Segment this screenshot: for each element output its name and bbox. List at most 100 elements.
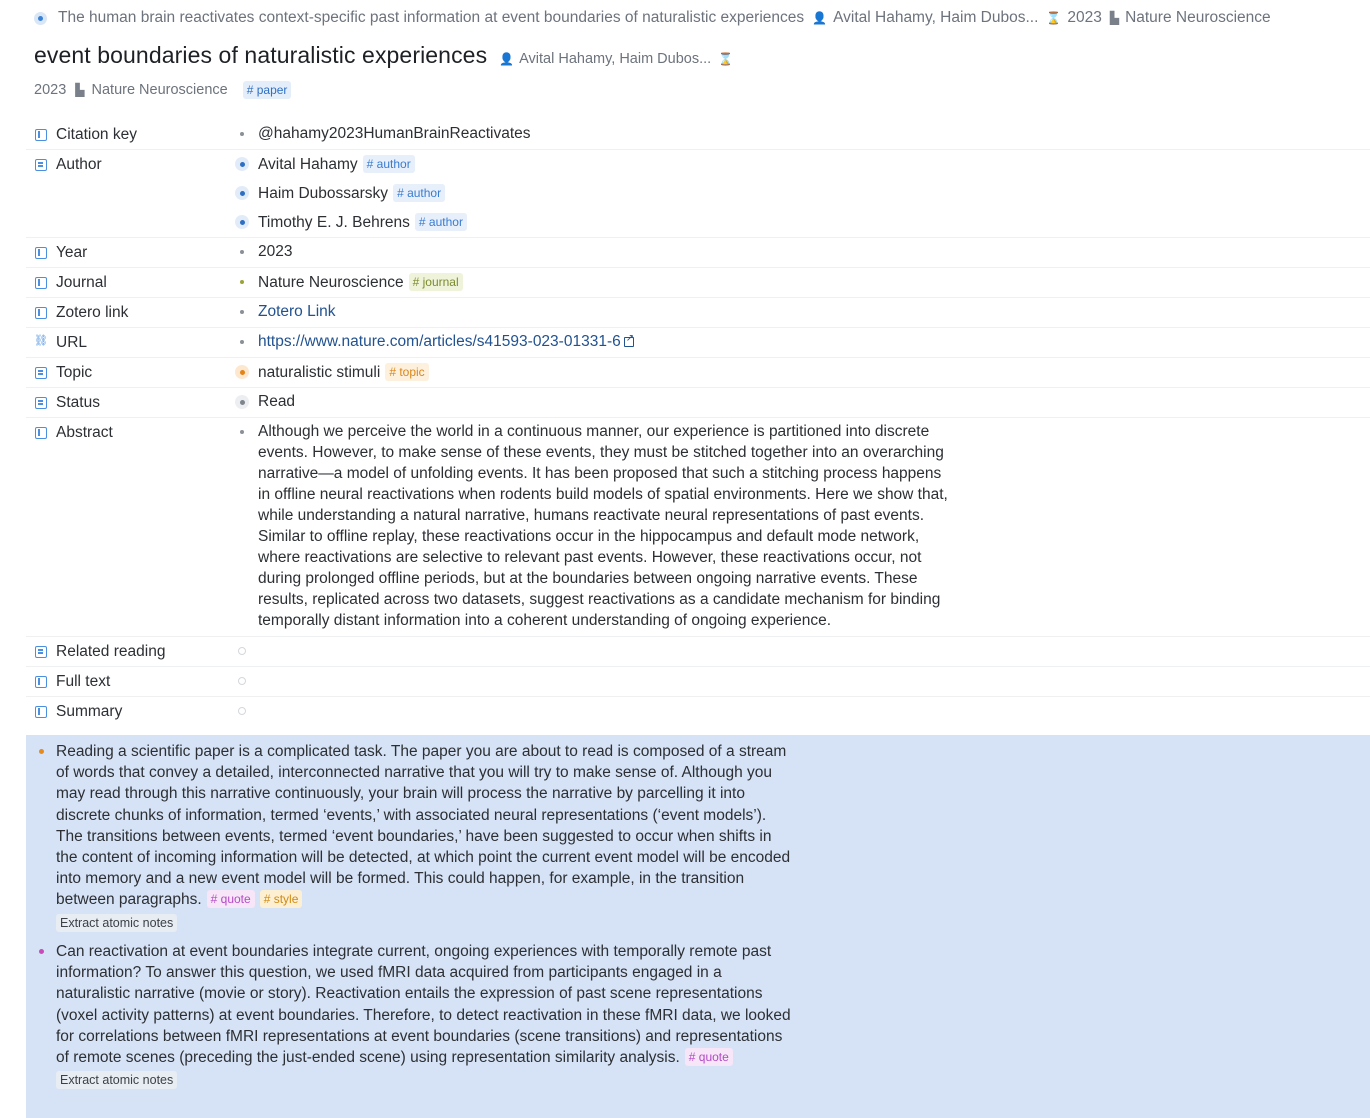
person-icon: 👤 xyxy=(499,52,515,66)
bullet-icon xyxy=(240,132,244,136)
field-label: Journal xyxy=(56,274,107,291)
tag-author[interactable]: # author xyxy=(414,213,467,231)
field-full-text: Full text xyxy=(26,667,1370,697)
citation-key-value[interactable]: @hahamy2023HumanBrainReactivates xyxy=(254,125,531,143)
breadcrumb-title[interactable]: The human brain reactivates context-spec… xyxy=(58,9,804,27)
field-citation-key: Citation key @hahamy2023HumanBrainReacti… xyxy=(26,120,1370,150)
header-year: 2023 xyxy=(34,82,67,98)
tag-author[interactable]: # author xyxy=(393,184,446,202)
field-url: URL https://www.nature.com/articles/s415… xyxy=(26,328,1370,358)
text-field-icon xyxy=(35,427,47,439)
tag-topic[interactable]: # topic xyxy=(385,363,429,381)
text-field-icon xyxy=(35,277,47,289)
status-value[interactable]: Read xyxy=(254,393,295,411)
bullet-icon[interactable] xyxy=(38,949,44,954)
field-year: Year 2023 xyxy=(26,238,1370,268)
header-authors: Avital Hahamy, Haim Dubos... xyxy=(519,51,712,67)
link-icon xyxy=(34,334,48,349)
external-link-icon[interactable] xyxy=(623,333,634,347)
quote-block[interactable]: Reading a scientific paper is a complica… xyxy=(26,741,826,932)
field-label: Related reading xyxy=(56,643,166,660)
tag-quote[interactable]: # quote xyxy=(206,890,255,909)
field-author: Author Avital Hahamy # author Haim Duboss… xyxy=(26,150,1370,238)
author-value[interactable]: Haim Dubossarsky # author xyxy=(254,184,446,203)
page-title[interactable]: event boundaries of naturalistic experie… xyxy=(34,42,487,69)
hourglass-icon: ⌛ xyxy=(718,52,734,66)
page-bullet-icon[interactable] xyxy=(235,215,249,229)
year-value[interactable]: 2023 xyxy=(254,243,292,261)
page-bullet-icon[interactable] xyxy=(235,365,249,379)
field-label: Zotero link xyxy=(56,304,129,321)
field-journal: Journal Nature Neuroscience # journal xyxy=(26,268,1370,298)
header-meta: 2023 ▙ Nature Neuroscience # paper xyxy=(34,81,292,99)
field-label: Full text xyxy=(56,673,111,690)
url-link[interactable]: https://www.nature.com/articles/s41593-0… xyxy=(254,333,634,351)
tag-style[interactable]: # style xyxy=(259,890,303,909)
bullet-icon xyxy=(240,430,244,434)
page-bullet-icon[interactable] xyxy=(235,395,249,409)
bullet-icon xyxy=(240,250,244,254)
author-value[interactable]: Avital Hahamy # author xyxy=(254,155,415,174)
field-related-reading: Related reading xyxy=(26,637,1370,667)
field-label: Status xyxy=(56,394,100,411)
field-label: Author xyxy=(56,156,102,173)
document-icon: ▙ xyxy=(75,83,85,97)
page-bullet-icon[interactable] xyxy=(235,186,249,200)
extract-atomic-notes-button[interactable]: Extract atomic notes xyxy=(56,1071,178,1090)
empty-bullet-icon[interactable] xyxy=(238,707,246,715)
bullet-icon xyxy=(240,340,244,344)
tag-journal[interactable]: # journal xyxy=(408,273,463,291)
page-header: event boundaries of naturalistic experie… xyxy=(34,42,735,69)
text-field-icon xyxy=(35,706,47,718)
field-topic: Topic naturalistic stimuli # topic xyxy=(26,358,1370,388)
field-label: URL xyxy=(56,334,88,351)
breadcrumb[interactable]: The human brain reactivates context-spec… xyxy=(34,8,1271,28)
field-zotero-link: Zotero link Zotero Link xyxy=(26,298,1370,328)
quote-block[interactable]: Can reactivation at event boundaries int… xyxy=(26,941,826,1090)
document-icon: ▙ xyxy=(1109,11,1120,25)
text-field-icon xyxy=(35,676,47,688)
breadcrumb-journal: Nature Neuroscience xyxy=(1125,9,1271,26)
field-label: Summary xyxy=(56,703,123,720)
page-bullet-icon[interactable] xyxy=(235,157,249,171)
bullet-icon xyxy=(240,310,244,314)
field-table: Citation key @hahamy2023HumanBrainReacti… xyxy=(26,120,1370,726)
breadcrumb-year: 2023 xyxy=(1067,9,1102,26)
header-journal: Nature Neuroscience xyxy=(91,82,228,98)
list-field-icon xyxy=(35,159,47,171)
field-status: Status Read xyxy=(26,388,1370,418)
list-field-icon xyxy=(35,397,47,409)
field-abstract: Abstract Although we perceive the world … xyxy=(26,418,1370,637)
bullet-icon xyxy=(240,280,244,284)
bullet-icon[interactable] xyxy=(34,11,47,25)
person-icon: 👤 xyxy=(812,11,828,25)
author-value[interactable]: Timothy E. J. Behrens # author xyxy=(254,213,467,232)
empty-bullet-icon[interactable] xyxy=(238,677,246,685)
field-label: Citation key xyxy=(56,126,137,143)
text-field-icon xyxy=(35,307,47,319)
field-summary: Summary xyxy=(26,697,1370,726)
empty-bullet-icon[interactable] xyxy=(238,647,246,655)
tag-quote[interactable]: # quote xyxy=(684,1048,733,1067)
journal-value[interactable]: Nature Neuroscience # journal xyxy=(254,273,463,292)
tag-author[interactable]: # author xyxy=(362,155,415,173)
tag-paper[interactable]: # paper xyxy=(242,81,292,99)
abstract-value[interactable]: Although we perceive the world in a cont… xyxy=(254,421,948,636)
breadcrumb-authors: Avital Hahamy, Haim Dubos... xyxy=(833,9,1039,26)
block-text[interactable]: Can reactivation at event boundaries int… xyxy=(56,941,796,1068)
list-field-icon xyxy=(35,646,47,658)
text-field-icon xyxy=(35,247,47,259)
topic-value[interactable]: naturalistic stimuli # topic xyxy=(254,363,429,382)
field-label: Abstract xyxy=(56,424,113,441)
field-label: Year xyxy=(56,244,88,261)
bullet-icon[interactable] xyxy=(38,749,44,754)
field-label: Topic xyxy=(56,364,93,381)
list-field-icon xyxy=(35,367,47,379)
selected-blocks: Reading a scientific paper is a complica… xyxy=(26,735,1370,1118)
title-meta: 👤 Avital Hahamy, Haim Dubos... ⌛ xyxy=(495,51,735,67)
zotero-link[interactable]: Zotero Link xyxy=(254,303,336,321)
hourglass-icon: ⌛ xyxy=(1046,11,1062,25)
block-text[interactable]: Reading a scientific paper is a complica… xyxy=(56,741,796,911)
text-field-icon xyxy=(35,129,47,141)
extract-atomic-notes-button[interactable]: Extract atomic notes xyxy=(56,913,178,932)
